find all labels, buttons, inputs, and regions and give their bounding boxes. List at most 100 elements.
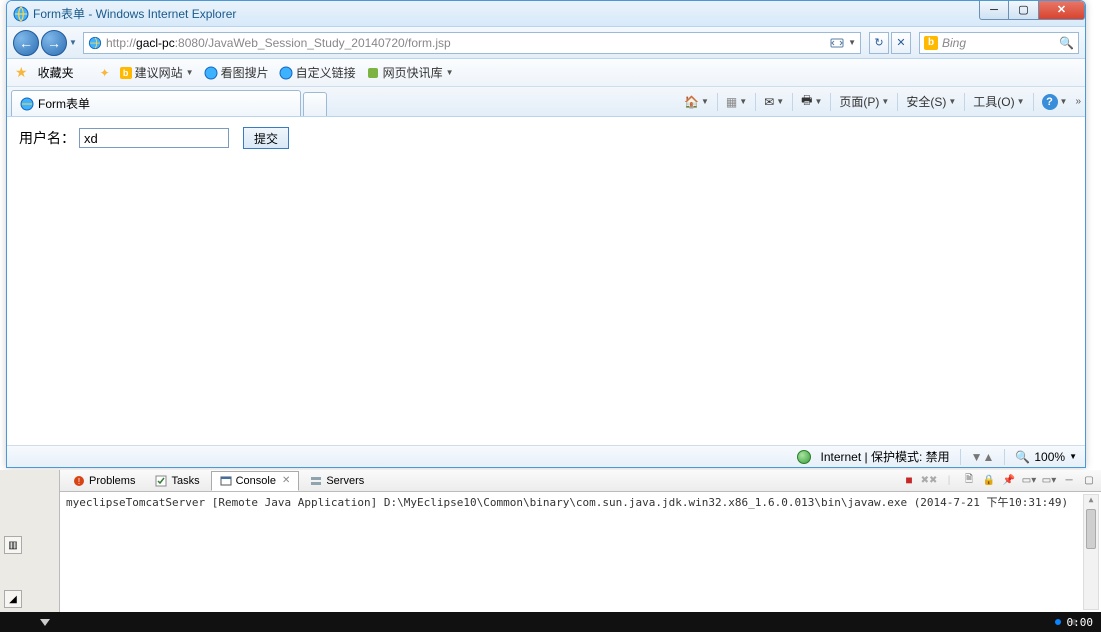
tab-console[interactable]: Console✕ — [211, 471, 300, 491]
taskbar: 0:00 — [0, 612, 1101, 632]
bing-icon: b — [924, 36, 938, 50]
close-button[interactable]: ✕ — [1039, 0, 1085, 20]
svg-text:!: ! — [78, 477, 80, 486]
scroll-lock-button[interactable]: 🔒 — [981, 472, 997, 488]
refresh-button[interactable]: ↻ — [869, 32, 889, 54]
separator — [1004, 449, 1005, 465]
favorites-star-icon[interactable]: ★ — [15, 64, 28, 81]
help-button[interactable]: ?▼ — [1042, 94, 1068, 110]
form-row: 用户名： 提交 — [19, 127, 1073, 149]
ie-window: Form表单 - Windows Internet Explorer ─ ▢ ✕… — [6, 0, 1086, 468]
gutter-icon-1[interactable]: ▥ — [4, 536, 22, 554]
separator — [792, 93, 793, 111]
safety-menu[interactable]: 安全(S)▼ — [906, 93, 956, 110]
console-body: myeclipseTomcatServer [Remote Java Appli… — [60, 492, 1101, 612]
bing-icon: b — [120, 67, 132, 79]
print-button[interactable]: 🖶▼ — [801, 91, 822, 112]
command-bar: 🏠▼ ▦▼ ✉▼ 🖶▼ 页面(P)▼ 安全(S)▼ 工具(O)▼ ?▼ » — [684, 91, 1079, 112]
tab-servers[interactable]: Servers — [301, 471, 373, 491]
console-text: myeclipseTomcatServer [Remote Java Appli… — [66, 496, 1068, 509]
favorites-bar: ★ 收藏夹 ✦ b建议网站▼ 看图搜片 自定义链接 网页快讯库▼ — [7, 59, 1085, 87]
address-bar[interactable]: http://gacl-pc:8080/JavaWeb_Session_Stud… — [83, 32, 861, 54]
overflow-button[interactable]: » — [1075, 96, 1079, 107]
tasks-icon — [155, 475, 167, 487]
window-controls: ─ ▢ ✕ — [979, 0, 1085, 20]
zoom-control[interactable]: 🔍 100% ▼ — [1015, 450, 1077, 464]
taskbar-indicator — [1055, 619, 1061, 625]
close-tab-icon[interactable]: ✕ — [282, 475, 290, 486]
fav-item-webslice[interactable]: 网页快讯库▼ — [366, 64, 454, 81]
stop-button[interactable]: ✕ — [891, 32, 911, 54]
servers-icon — [310, 475, 322, 487]
eclipse-panel: ▥ ◢ !Problems Tasks Console✕ Servers ■ ✖… — [0, 470, 1101, 612]
tools-menu[interactable]: 工具(O)▼ — [973, 93, 1024, 110]
separator — [830, 93, 831, 111]
open-console-button[interactable]: ▭▾ — [1041, 472, 1057, 488]
feeds-button[interactable]: ▦▼ — [726, 95, 747, 109]
ie-icon — [204, 66, 218, 80]
titlebar: Form表单 - Windows Internet Explorer ─ ▢ ✕ — [7, 1, 1085, 27]
url-text: http://gacl-pc:8080/JavaWeb_Session_Stud… — [106, 36, 826, 50]
back-button[interactable]: ← — [13, 30, 39, 56]
nav-history-dropdown[interactable]: ▼ — [67, 30, 79, 56]
fav-item-custom[interactable]: 自定义链接 — [279, 64, 356, 81]
mail-button[interactable]: ✉▼ — [764, 95, 784, 109]
status-bar: Internet | 保护模式: 禁用 ▼▲ 🔍 100% ▼ — [7, 445, 1085, 467]
tab-problems[interactable]: !Problems — [64, 471, 144, 491]
maximize-button[interactable]: ▢ — [1009, 0, 1039, 20]
new-tab-button[interactable] — [303, 92, 327, 116]
eclipse-main: !Problems Tasks Console✕ Servers ■ ✖✖ | … — [60, 470, 1101, 612]
separator — [717, 93, 718, 111]
add-favorite-icon[interactable]: ✦ — [100, 66, 110, 80]
fav-item-suggested[interactable]: b建议网站▼ — [120, 64, 194, 81]
minimize-button[interactable]: ─ — [979, 0, 1009, 20]
console-sep: | — [941, 472, 957, 488]
search-button[interactable]: 🔍 — [1059, 36, 1074, 50]
compat-view-icon[interactable] — [830, 36, 844, 50]
window-title: Form表单 - Windows Internet Explorer — [33, 5, 236, 22]
separator — [964, 93, 965, 111]
page-menu[interactable]: 页面(P)▼ — [839, 93, 889, 110]
forward-button[interactable]: → — [41, 30, 67, 56]
page-content: 用户名： 提交 — [7, 117, 1085, 429]
search-placeholder: Bing — [942, 36, 1055, 50]
favorites-label[interactable]: 收藏夹 — [38, 64, 74, 81]
navigation-bar: ← → ▼ http://gacl-pc:8080/JavaWeb_Sessio… — [7, 27, 1085, 59]
tab-bar: Form表单 🏠▼ ▦▼ ✉▼ 🖶▼ 页面(P)▼ 安全(S)▼ 工具(O)▼ … — [7, 87, 1085, 117]
problems-icon: ! — [73, 475, 85, 487]
ie-icon — [20, 97, 34, 111]
taskbar-arrow-icon[interactable] — [40, 619, 50, 626]
scrollbar-thumb[interactable] — [1086, 509, 1096, 549]
pin-console-button[interactable]: 📌 — [1001, 472, 1017, 488]
username-input[interactable] — [79, 128, 229, 148]
clear-console-button[interactable]: 🗎 — [961, 472, 977, 488]
separator — [960, 449, 961, 465]
minimize-view-button[interactable]: ─ — [1061, 472, 1077, 488]
address-dropdown[interactable]: ▼ — [848, 38, 856, 47]
home-button[interactable]: 🏠▼ — [684, 95, 709, 109]
fav-item-imagesearch[interactable]: 看图搜片 — [204, 64, 269, 81]
remove-terminated-button[interactable]: ✖✖ — [921, 472, 937, 488]
tab-title: Form表单 — [38, 95, 90, 112]
tab-form[interactable]: Form表单 — [11, 90, 301, 116]
protected-mode-dd[interactable]: ▼▲ — [971, 450, 995, 464]
console-scrollbar[interactable] — [1083, 494, 1099, 610]
display-console-button[interactable]: ▭▾ — [1021, 472, 1037, 488]
separator — [755, 93, 756, 111]
search-box[interactable]: b Bing 🔍 — [919, 32, 1079, 54]
console-toolbar: ■ ✖✖ | 🗎 🔒 📌 ▭▾ ▭▾ ─ ▢ — [901, 472, 1097, 488]
webslice-icon — [366, 66, 380, 80]
gutter-icon-2[interactable]: ◢ — [4, 590, 22, 608]
separator — [897, 93, 898, 111]
page-icon — [88, 36, 102, 50]
separator — [1033, 93, 1034, 111]
eclipse-gutter: ▥ ◢ — [0, 470, 60, 612]
tab-tasks[interactable]: Tasks — [146, 471, 208, 491]
terminate-button[interactable]: ■ — [901, 472, 917, 488]
maximize-view-button[interactable]: ▢ — [1081, 472, 1097, 488]
zone-text: Internet | 保护模式: 禁用 — [821, 448, 950, 465]
refresh-stop: ↻ ✕ — [865, 32, 915, 54]
taskbar-clock: 0:00 — [1067, 616, 1094, 629]
submit-button[interactable]: 提交 — [243, 127, 289, 149]
nav-buttons: ← → ▼ — [13, 30, 79, 56]
